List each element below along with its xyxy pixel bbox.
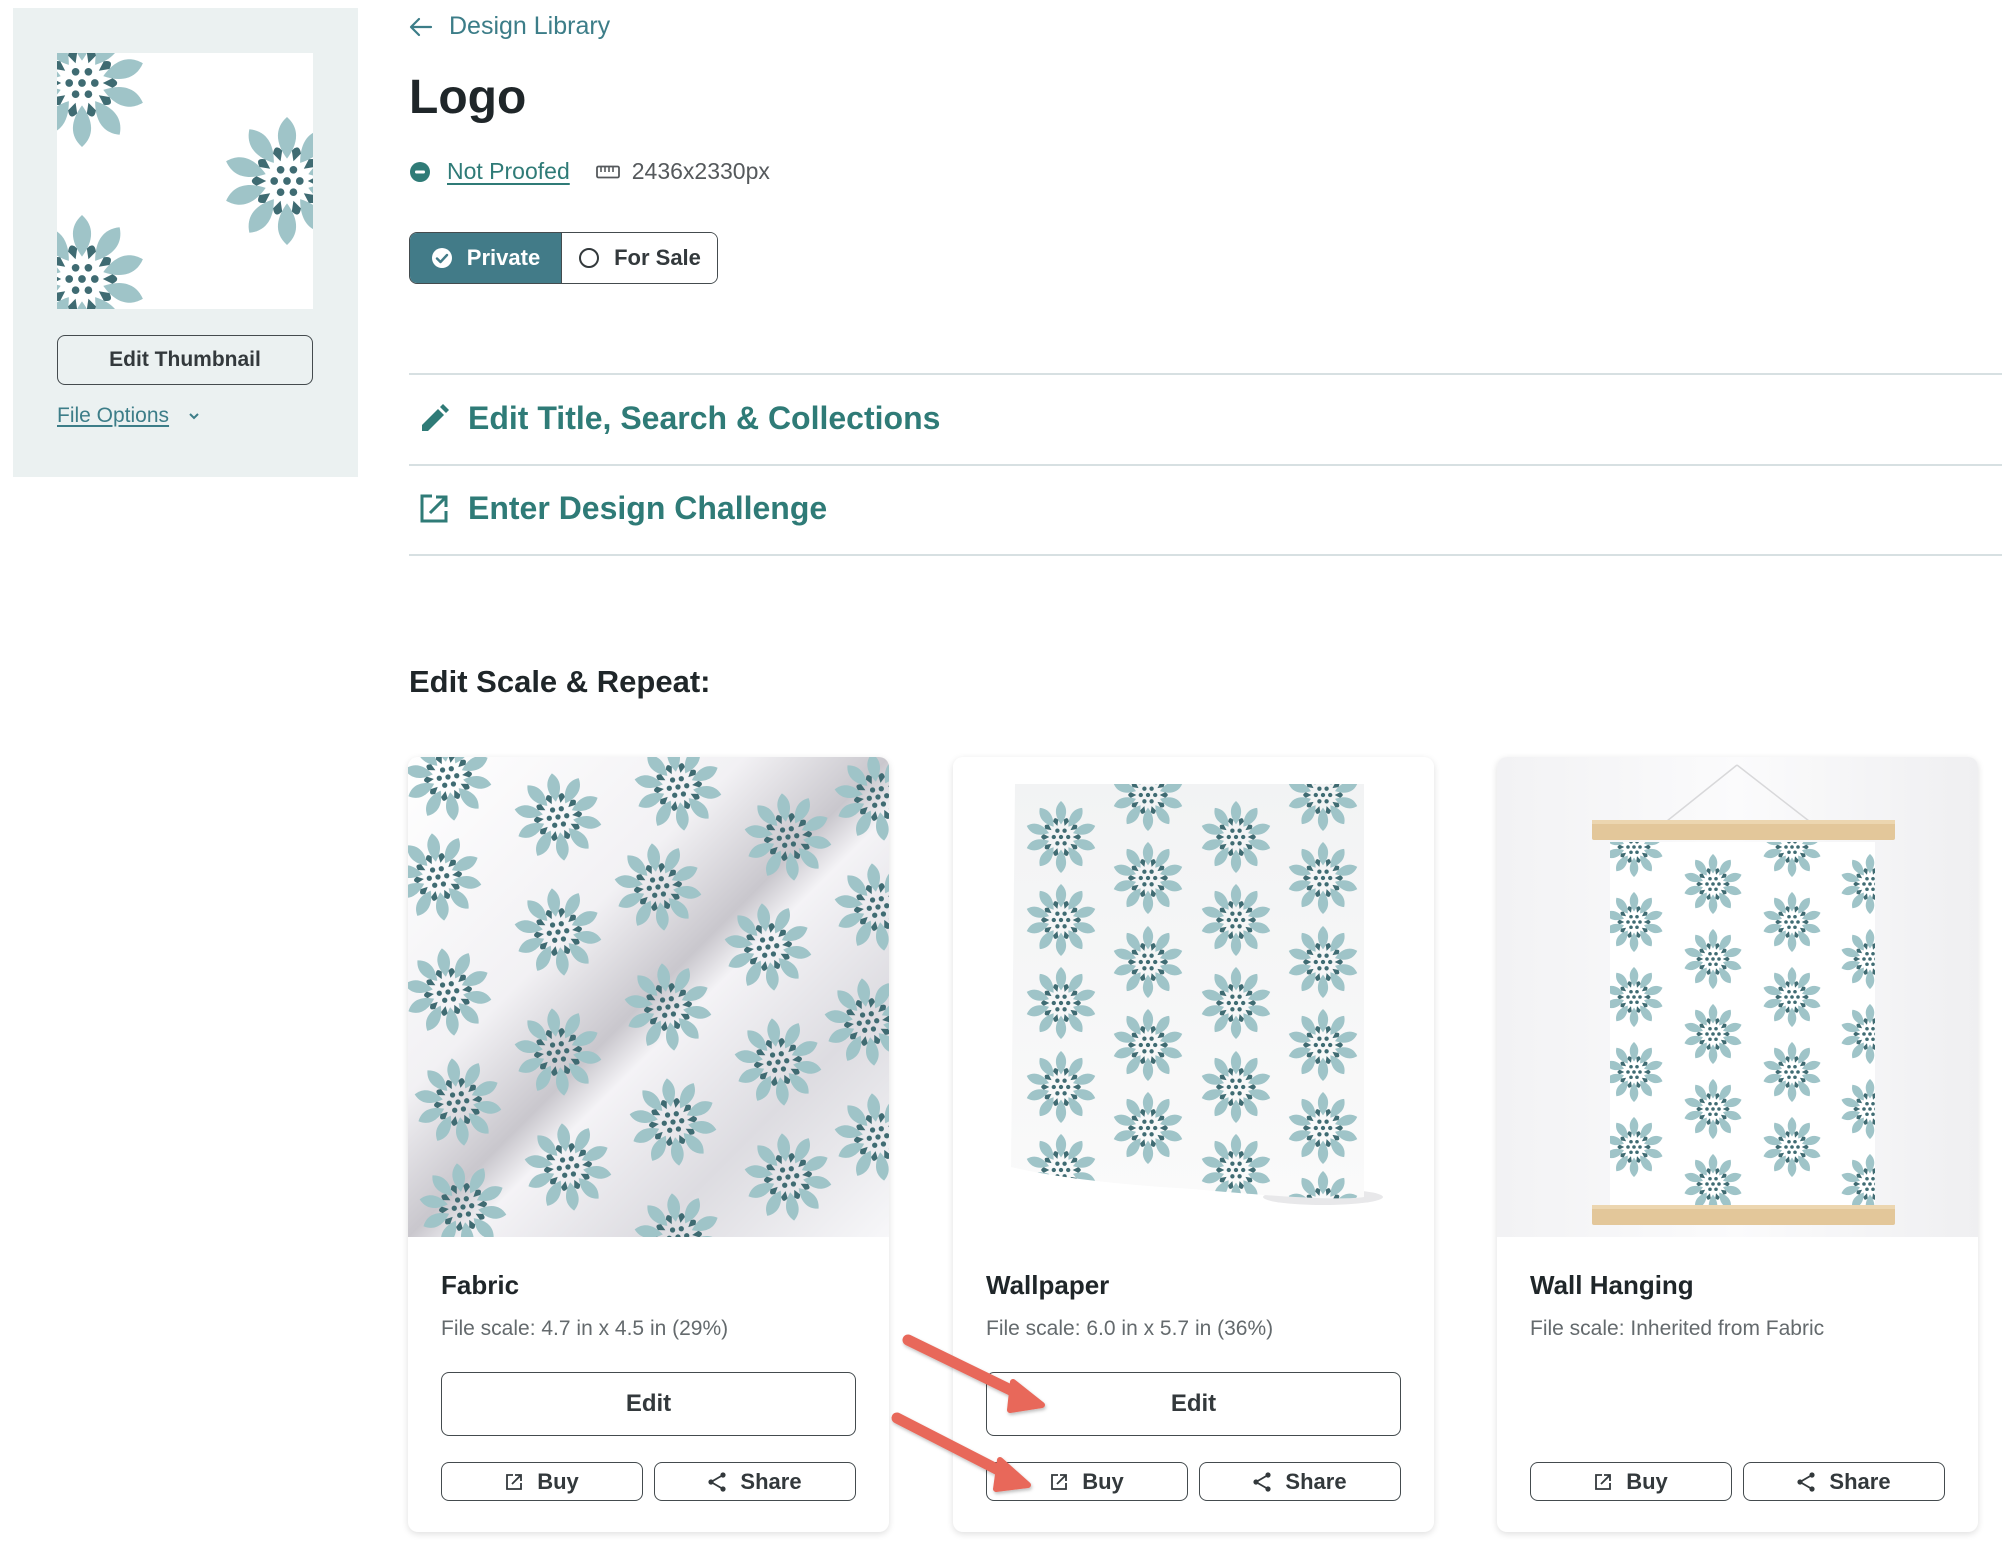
edit-wallpaper-button[interactable]: Edit xyxy=(986,1372,1401,1436)
design-meta: Not Proofed 2436x2330px xyxy=(409,158,770,185)
buy-fabric-button[interactable]: Buy xyxy=(441,1462,643,1501)
edit-title-search-collections[interactable]: Edit Title, Search & Collections xyxy=(418,400,940,437)
product-card-wall-hanging: Wall Hanging File scale: Inherited from … xyxy=(1497,757,1978,1532)
file-scale-value: Inherited from Fabric xyxy=(1630,1317,1825,1340)
design-sidebar: Edit Thumbnail File Options xyxy=(13,8,358,477)
external-link-icon xyxy=(420,494,448,522)
product-name: Wall Hanging xyxy=(1530,1270,1694,1300)
enter-challenge-label: Enter Design Challenge xyxy=(468,490,828,526)
check-circle-icon xyxy=(431,248,452,268)
divider xyxy=(409,464,2002,466)
wall-hanging-preview-image xyxy=(1497,757,1978,1237)
ruler-icon xyxy=(595,165,620,178)
buy-wall-hanging-button[interactable]: Buy xyxy=(1530,1462,1732,1501)
visibility-toggle: Private For Sale xyxy=(409,232,718,284)
share-label: Share xyxy=(1285,1468,1347,1494)
buy-label: Buy xyxy=(1082,1468,1124,1494)
proof-status-link[interactable]: Not Proofed xyxy=(447,158,570,185)
file-scale-label: File scale: xyxy=(441,1317,536,1340)
product-card-fabric: Fabric File scale: 4.7 in x 4.5 in (29%)… xyxy=(408,757,889,1532)
wallpaper-preview-image xyxy=(953,757,1434,1237)
fabric-preview-image xyxy=(408,757,889,1237)
share-wall-hanging-button[interactable]: Share xyxy=(1743,1462,1945,1501)
file-options-link[interactable]: File Options xyxy=(57,404,169,428)
edit-thumbnail-button[interactable]: Edit Thumbnail xyxy=(57,335,313,385)
enter-design-challenge[interactable]: Enter Design Challenge xyxy=(418,490,827,527)
file-scale-label: File scale: xyxy=(1530,1317,1625,1340)
page-title: Logo xyxy=(409,71,527,124)
share-label: Share xyxy=(1829,1468,1891,1494)
edit-fabric-button[interactable]: Edit xyxy=(441,1372,856,1436)
file-scale: File scale: Inherited from Fabric xyxy=(1530,1317,1824,1341)
back-link-label: Design Library xyxy=(449,12,611,40)
share-fabric-button[interactable]: Share xyxy=(654,1462,856,1501)
buy-wallpaper-button[interactable]: Buy xyxy=(986,1462,1188,1501)
share-icon xyxy=(1797,1471,1816,1492)
product-name: Wallpaper xyxy=(986,1270,1110,1300)
share-label: Share xyxy=(740,1468,802,1494)
thumbnail-pattern xyxy=(57,53,313,309)
arrow-left-icon xyxy=(409,17,433,36)
buy-label: Buy xyxy=(537,1468,579,1494)
external-link-icon xyxy=(1595,1473,1612,1490)
file-scale-value: 6.0 in x 5.7 in (36%) xyxy=(1086,1317,1274,1340)
pencil-icon xyxy=(422,403,449,431)
file-scale: File scale: 6.0 in x 5.7 in (36%) xyxy=(986,1317,1273,1341)
file-scale-value: 4.7 in x 4.5 in (29%) xyxy=(541,1317,729,1340)
toggle-private[interactable]: Private xyxy=(410,233,561,283)
toggle-for-sale[interactable]: For Sale xyxy=(561,233,717,283)
back-to-design-library[interactable]: Design Library xyxy=(409,12,610,41)
external-link-icon xyxy=(506,1473,523,1490)
file-options-dropdown[interactable]: File Options xyxy=(57,404,201,428)
share-icon xyxy=(708,1471,727,1492)
buy-label: Buy xyxy=(1626,1468,1668,1494)
design-thumbnail[interactable] xyxy=(57,53,313,309)
design-dimensions: 2436x2330px xyxy=(631,158,770,184)
share-wallpaper-button[interactable]: Share xyxy=(1199,1462,1401,1501)
edit-thumbnail-label: Edit Thumbnail xyxy=(109,348,261,371)
toggle-private-label: Private xyxy=(466,245,541,270)
external-link-icon xyxy=(1051,1473,1068,1490)
product-name: Fabric xyxy=(441,1270,520,1300)
divider xyxy=(409,373,2002,375)
product-card-wallpaper: Wallpaper File scale: 6.0 in x 5.7 in (3… xyxy=(953,757,1434,1532)
toggle-for-sale-label: For Sale xyxy=(614,245,701,270)
edit-title-label: Edit Title, Search & Collections xyxy=(468,400,941,436)
radio-empty-icon xyxy=(579,248,600,268)
not-proofed-icon xyxy=(410,161,430,182)
file-scale-label: File scale: xyxy=(986,1317,1081,1340)
edit-label: Edit xyxy=(1170,1390,1217,1417)
divider xyxy=(409,554,2002,556)
chevron-down-icon xyxy=(189,413,199,420)
scale-repeat-heading: Edit Scale & Repeat: xyxy=(409,664,711,699)
file-scale: File scale: 4.7 in x 4.5 in (29%) xyxy=(441,1317,728,1341)
share-icon xyxy=(1253,1471,1272,1492)
edit-label: Edit xyxy=(625,1390,672,1417)
